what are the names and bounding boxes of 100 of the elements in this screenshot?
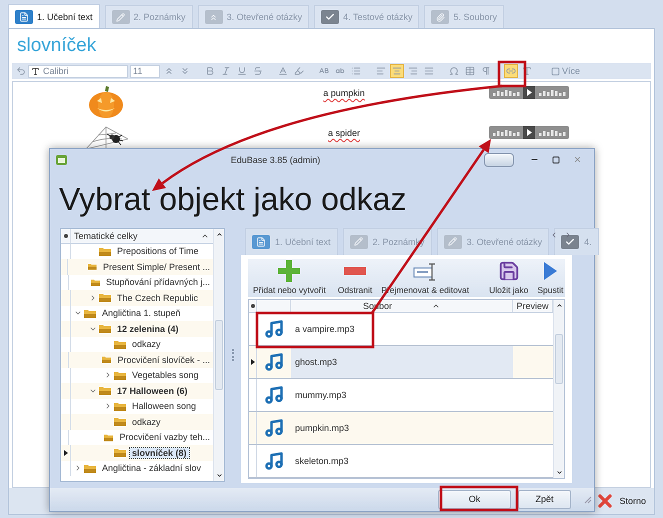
folder-icon: [84, 464, 96, 473]
font-field[interactable]: Calibri: [28, 64, 128, 78]
file-row[interactable]: skeleton.mp3: [249, 444, 553, 478]
scrollbar[interactable]: [213, 228, 224, 481]
tree-item[interactable]: Vegetables song: [61, 368, 213, 384]
audio-player-icon[interactable]: [489, 126, 569, 139]
ok-button[interactable]: Ok: [438, 490, 511, 509]
tree-item[interactable]: Present Simple/ Present ...: [61, 259, 213, 275]
scrollbar[interactable]: [553, 300, 564, 478]
tree-item[interactable]: Prepositions of Time: [61, 244, 213, 260]
folder-icon: [114, 370, 126, 380]
scroll-down-icon[interactable]: [216, 472, 222, 479]
chevron-right-icon[interactable]: [74, 464, 82, 472]
scroll-left-icon[interactable]: [550, 230, 558, 239]
align-center-icon[interactable]: [390, 64, 404, 78]
music-note-icon: [264, 418, 284, 438]
chevron-right-icon[interactable]: [89, 294, 97, 302]
toolbar-button[interactable]: Přidat nebo vytvořit: [250, 260, 329, 295]
scroll-right-icon[interactable]: [564, 230, 572, 239]
tree-item[interactable]: 12 zelenina (4): [61, 321, 213, 337]
rename-icon: [413, 262, 438, 282]
pencil-icon: [112, 10, 130, 24]
tree-item[interactable]: Angličtina - základní slov: [61, 460, 213, 476]
tree-item[interactable]: odkazy: [61, 336, 213, 352]
tree-item[interactable]: Angličtina 1. stupeň: [61, 306, 213, 322]
music-note-icon: [264, 352, 284, 372]
folder-icon: [99, 386, 111, 396]
scroll-up-icon[interactable]: [556, 302, 562, 309]
chevron-right-icon[interactable]: [104, 402, 112, 410]
file-name: ghost.mp3: [295, 356, 338, 367]
pencil-icon: [350, 234, 368, 249]
tree-item[interactable]: Stupňování přídavných j...: [61, 274, 213, 290]
cancel-button[interactable]: Storno: [591, 489, 650, 513]
maximize-icon[interactable]: [552, 156, 560, 164]
folder-icon: [99, 246, 111, 256]
table-icon[interactable]: [463, 64, 477, 78]
scroll-thumb[interactable]: [215, 320, 223, 390]
folder-icon: [114, 417, 126, 426]
tree-item[interactable]: Procvičení vazby teh...: [61, 430, 213, 446]
font-icon: [31, 66, 40, 76]
asterisk-icon: [250, 304, 254, 308]
tree-item[interactable]: odkazy: [61, 414, 213, 430]
word-text: a spider: [328, 127, 360, 138]
resize-grip-icon[interactable]: [582, 494, 592, 504]
tree-item[interactable]: Procvičení slovíček - ...: [61, 352, 213, 368]
toolbar-button[interactable]: Odstranit: [334, 260, 376, 295]
asterisk-icon: [64, 234, 68, 238]
folder-icon: [84, 308, 96, 318]
file-row[interactable]: ghost.mp3: [249, 346, 553, 379]
highlighter-icon[interactable]: [292, 64, 306, 78]
folder-icon: [102, 355, 112, 364]
highlight-frame: [498, 60, 526, 88]
scroll-down-icon[interactable]: [556, 468, 562, 476]
pencil-icon: [444, 234, 462, 249]
font-size-field[interactable]: 11: [130, 64, 160, 78]
folder-icon: [99, 324, 111, 334]
current-row-icon: [64, 450, 68, 456]
file-name: a vampire.mp3: [295, 324, 355, 334]
page-title: slovníček: [16, 34, 98, 58]
music-note-icon: [264, 384, 284, 405]
pumpkin-drawing: [88, 85, 124, 119]
current-row-icon: [250, 358, 254, 365]
square-icon: [551, 66, 560, 76]
window-title: EduBase 3.85 (admin): [230, 154, 322, 165]
toolbar-button[interactable]: Spustit: [534, 260, 566, 295]
file-name: skeleton.mp3: [295, 456, 349, 466]
file-row[interactable]: mummy.mp3: [249, 378, 553, 412]
file-name: pumpkin.mp3: [295, 422, 350, 433]
file-row[interactable]: a vampire.mp3: [249, 312, 553, 346]
paperclip-icon: [431, 10, 450, 24]
audio-player-icon[interactable]: [489, 86, 569, 99]
scroll-thumb[interactable]: [555, 334, 563, 384]
app-icon: [56, 154, 67, 165]
link-icon[interactable]: [504, 64, 518, 78]
file-row[interactable]: pumpkin.mp3: [249, 412, 553, 445]
checkmark-icon: [321, 10, 340, 24]
tree-header[interactable]: Tematické celky: [61, 228, 213, 244]
play-icon: [542, 260, 558, 282]
music-note-icon: [264, 450, 284, 471]
checkmark-icon: [561, 234, 580, 249]
scroll-up-icon[interactable]: [216, 230, 222, 238]
close-icon[interactable]: [573, 155, 582, 164]
pin-button[interactable]: [484, 152, 514, 167]
minus-icon: [344, 266, 366, 275]
toolbar-button[interactable]: Uložit jako: [486, 260, 532, 295]
tree-item[interactable]: slovníček (8): [61, 445, 213, 461]
folder-icon: [114, 402, 126, 411]
tree-item[interactable]: 17 Halloween (6): [61, 383, 213, 399]
music-note-icon: [264, 318, 284, 339]
folder-icon: [114, 340, 126, 349]
tree-item[interactable]: Halloween song: [61, 398, 213, 414]
folder-icon: [114, 448, 126, 458]
back-button[interactable]: Zpět: [518, 490, 571, 509]
plus-icon: [278, 260, 300, 282]
undo-icon[interactable]: [16, 66, 26, 76]
chevron-right-icon[interactable]: [104, 371, 112, 380]
tab[interactable]: 1. Učební text: [8, 4, 100, 28]
tree-item[interactable]: The Czech Republic: [61, 290, 213, 306]
word-text: a pumpkin: [323, 87, 365, 98]
file-name: mummy.mp3: [295, 390, 346, 400]
